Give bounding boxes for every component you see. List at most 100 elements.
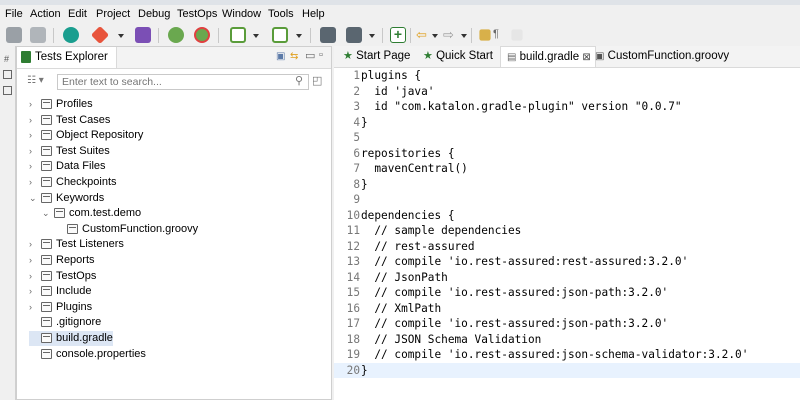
maximize-icon[interactable]: ▫ [319, 49, 323, 61]
record-mobile-icon[interactable] [272, 27, 288, 43]
code-line[interactable]: // sample dependencies [361, 223, 521, 239]
chevron-right-icon[interactable]: › [29, 128, 39, 143]
tab-customfunction-groovy[interactable]: ▣ CustomFunction.groovy [590, 46, 734, 67]
menu-project[interactable]: Project [96, 8, 130, 20]
code-line[interactable]: plugins { [361, 68, 421, 84]
kobiton-icon[interactable] [135, 27, 151, 43]
code-line[interactable]: // compile 'io.rest-assured:json-schema-… [361, 347, 748, 363]
tree-item[interactable]: › Test Listeners [29, 237, 124, 252]
tree-item[interactable]: ⌄ Keywords [29, 191, 104, 206]
tab-customfunction-groovy-label: CustomFunction.groovy [607, 50, 730, 62]
menu-file[interactable]: File [5, 8, 23, 20]
tab-build-gradle[interactable]: ▤ build.gradle ⊠ [500, 46, 596, 67]
git-icon[interactable] [90, 25, 110, 45]
code-line[interactable]: mavenCentral() [361, 161, 468, 177]
chevron-right-icon[interactable]: › [29, 237, 39, 252]
code-line[interactable]: // XmlPath [361, 301, 441, 317]
groovy-file-icon [67, 223, 78, 234]
pilcrow-icon[interactable]: ¶ [493, 27, 509, 43]
tree-item[interactable]: console.properties [29, 347, 146, 362]
tree-item[interactable]: CustomFunction.groovy [55, 222, 198, 237]
tab-quick-start[interactable]: ★ Quick Start [418, 46, 498, 67]
chevron-down-icon[interactable] [118, 34, 124, 38]
chevron-down-icon[interactable] [369, 34, 375, 38]
code-line[interactable]: // JsonPath [361, 270, 447, 286]
chevron-right-icon[interactable]: › [29, 144, 39, 159]
link-editor-icon[interactable]: ⇆ [290, 51, 298, 62]
menu-edit[interactable]: Edit [68, 8, 87, 20]
tree-item[interactable]: › Plugins [29, 300, 92, 315]
menu-window[interactable]: Window [222, 8, 261, 20]
tab-tests-explorer[interactable]: Tests Explorer [17, 47, 117, 68]
save-icon[interactable] [6, 27, 22, 43]
menu-debug[interactable]: Debug [138, 8, 170, 20]
code-line[interactable]: dependencies { [361, 208, 455, 224]
chevron-down-icon[interactable] [296, 34, 302, 38]
chevron-right-icon[interactable]: › [29, 113, 39, 128]
minimize-icon[interactable]: ▭ [305, 49, 315, 62]
forward-icon[interactable]: ⇨ [443, 27, 459, 43]
save-all-icon[interactable] [30, 27, 46, 43]
chevron-right-icon[interactable]: › [29, 253, 39, 268]
chevron-right-icon[interactable]: › [29, 97, 39, 112]
tree-item[interactable]: .gitignore [29, 315, 101, 330]
katalon-icon[interactable] [63, 27, 79, 43]
code-area[interactable]: 1 plugins {2 id 'java' 3 id "com.katalon.g… [334, 65, 800, 400]
chevron-right-icon[interactable]: › [29, 269, 39, 284]
search-icon[interactable]: ⚲ [295, 74, 303, 87]
code-line[interactable]: } [361, 177, 368, 193]
code-line[interactable]: // compile 'io.rest-assured:json-path:3.… [361, 316, 668, 332]
code-line[interactable]: id "com.katalon.gradle-plugin" version "… [361, 99, 681, 115]
chevron-right-icon[interactable]: › [29, 175, 39, 190]
tree-item[interactable]: › Object Repository [29, 128, 143, 143]
tree-item[interactable]: › Test Cases [29, 113, 110, 128]
filter-icon[interactable]: ☷ ▾ [27, 75, 44, 86]
chevron-down-icon[interactable]: ⌄ [42, 206, 52, 221]
spy-web-icon[interactable] [168, 27, 184, 43]
menu-help[interactable]: Help [302, 8, 325, 20]
debug-icon[interactable] [346, 27, 362, 43]
run-icon[interactable] [320, 27, 336, 43]
menu-testops[interactable]: TestOps [177, 8, 217, 20]
list-icon[interactable] [3, 86, 12, 95]
new-test-case-icon[interactable]: + [390, 27, 406, 43]
code-line[interactable]: // compile 'io.rest-assured:rest-assured… [361, 254, 688, 270]
chevron-right-icon[interactable]: › [29, 159, 39, 174]
folder-icon[interactable] [3, 70, 12, 79]
tree-item[interactable]: ⌄ com.test.demo [42, 206, 141, 221]
code-line[interactable]: // compile 'io.rest-assured:json-path:3.… [361, 285, 668, 301]
collapse-all-icon[interactable]: ▣ [276, 51, 285, 62]
code-line[interactable]: repositories { [361, 146, 455, 162]
code-line[interactable]: // JSON Schema Validation [361, 332, 541, 348]
back-icon[interactable]: ⇦ [416, 27, 432, 43]
tab-start-page[interactable]: ★ Start Page [338, 46, 415, 67]
code-line[interactable]: } [361, 115, 368, 131]
tree-item[interactable]: › Test Suites [29, 144, 110, 159]
advanced-search-icon[interactable]: ◰ [312, 74, 322, 87]
menu-action[interactable]: Action [30, 8, 61, 20]
whitespace-icon[interactable] [511, 29, 523, 41]
chevron-down-icon[interactable] [461, 34, 467, 38]
tree-item[interactable]: › Data Files [29, 159, 106, 174]
tree-item[interactable]: › Profiles [29, 97, 93, 112]
record-web-icon[interactable] [194, 27, 210, 43]
tree-item[interactable]: › Include [29, 284, 91, 299]
code-line[interactable]: } [361, 363, 368, 379]
chevron-right-icon[interactable]: › [29, 300, 39, 315]
tree-item[interactable]: › TestOps [29, 269, 96, 284]
hash-icon[interactable]: # [4, 54, 9, 64]
chevron-right-icon[interactable]: › [29, 284, 39, 299]
tree-item[interactable]: build.gradle [29, 331, 113, 346]
code-line[interactable]: id 'java' [361, 84, 434, 100]
chevron-down-icon[interactable] [253, 34, 259, 38]
chevron-down-icon[interactable] [432, 34, 438, 38]
tree-item[interactable]: › Reports [29, 253, 95, 268]
code-line[interactable]: // rest-assured [361, 239, 474, 255]
menu-tools[interactable]: Tools [268, 8, 294, 20]
toggle-icon[interactable] [479, 29, 491, 41]
chevron-down-icon[interactable]: ⌄ [29, 191, 39, 206]
spy-mobile-icon[interactable] [230, 27, 246, 43]
tree-item-label: Keywords [56, 191, 105, 204]
search-input[interactable] [57, 74, 309, 90]
tree-item[interactable]: › Checkpoints [29, 175, 117, 190]
